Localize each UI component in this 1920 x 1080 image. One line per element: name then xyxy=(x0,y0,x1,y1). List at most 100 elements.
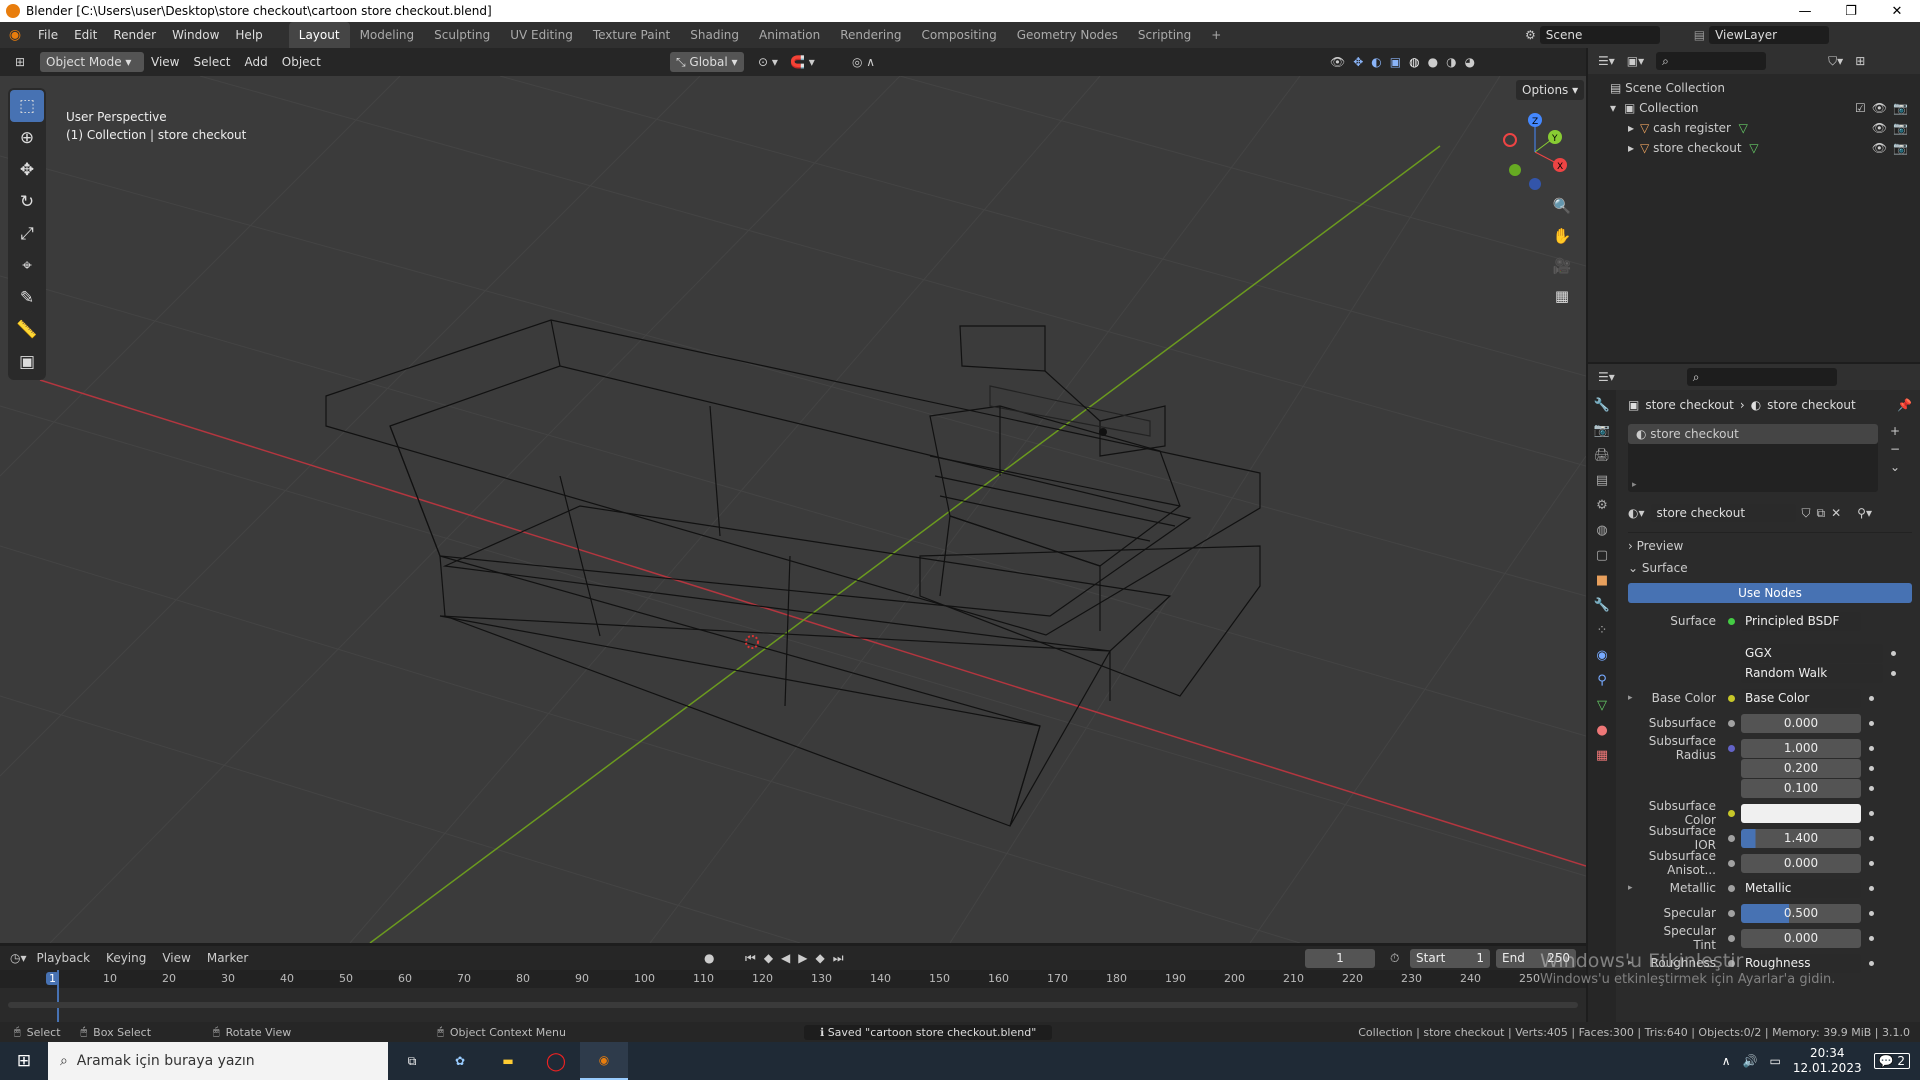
play-reverse-icon[interactable]: ◀ xyxy=(781,951,790,966)
pan-hand-icon[interactable]: ✋ xyxy=(1548,222,1576,250)
close-button[interactable]: ✕ xyxy=(1874,0,1920,22)
material-name-field[interactable]: store checkout xyxy=(1650,504,1796,522)
jump-end-icon[interactable]: ⏭ xyxy=(833,951,844,966)
input-socket-icon[interactable] xyxy=(1728,934,1735,942)
input-socket-icon[interactable] xyxy=(1728,909,1735,917)
input-socket-icon[interactable] xyxy=(1728,719,1735,727)
annotate-tool-icon[interactable]: ✎ xyxy=(10,282,44,314)
select-box-tool-icon[interactable]: ⬚ xyxy=(10,90,44,122)
solid-shading-icon[interactable]: ● xyxy=(1428,55,1438,69)
transform-tool-icon[interactable]: ⌖ xyxy=(10,250,44,282)
menu-timeline-view[interactable]: View xyxy=(156,951,196,965)
scene-icon[interactable]: ⚙ xyxy=(1525,28,1536,42)
menu-file[interactable]: File xyxy=(30,22,66,48)
visibility-eye-icon[interactable]: 👁 xyxy=(1872,98,1887,118)
navigation-gizmo[interactable]: X Y Z xyxy=(1500,112,1570,192)
rotate-tool-icon[interactable]: ↻ xyxy=(10,186,44,218)
task-view-icon[interactable]: ⧉ xyxy=(388,1054,436,1069)
visibility-eye-icon[interactable]: 👁 xyxy=(1872,118,1887,138)
opera-browser-icon[interactable]: ◯ xyxy=(532,1051,580,1072)
input-socket-icon[interactable] xyxy=(1728,884,1735,892)
data-tab-icon[interactable]: ▽ xyxy=(1597,698,1607,713)
snap-icon[interactable]: 🧲 ▾ xyxy=(790,55,815,69)
keyframe-dot-icon[interactable] xyxy=(1869,835,1874,841)
surface-panel-header[interactable]: ⌄ Surface xyxy=(1628,561,1912,575)
neg-x-axis-icon[interactable] xyxy=(1503,133,1517,147)
minimize-button[interactable]: — xyxy=(1782,0,1828,22)
add-workspace-button[interactable]: + xyxy=(1201,22,1231,48)
material-shading-icon[interactable]: ◑ xyxy=(1446,55,1456,69)
tab-animation[interactable]: Animation xyxy=(749,22,830,48)
material-tab-icon[interactable]: ● xyxy=(1596,723,1607,738)
properties-editor-icon[interactable]: ☰▾ xyxy=(1598,370,1615,384)
output-tab-icon[interactable]: 🖨 xyxy=(1594,448,1611,463)
input-socket-icon[interactable] xyxy=(1728,834,1735,842)
volume-icon[interactable]: 🔊 xyxy=(1743,1054,1758,1068)
properties-search-input[interactable]: ⌕ xyxy=(1686,368,1837,386)
physics-tab-icon[interactable]: ◉ xyxy=(1596,648,1607,663)
subsurface-color-swatch[interactable] xyxy=(1741,803,1861,823)
tab-compositing[interactable]: Compositing xyxy=(911,22,1006,48)
new-collection-icon[interactable]: ⊞ xyxy=(1855,54,1865,68)
file-explorer-icon[interactable]: ▬ xyxy=(484,1054,532,1068)
bsdf-input-value[interactable]: 0.000 xyxy=(1741,713,1861,733)
filter-icon[interactable]: ⛉▾ xyxy=(1828,54,1843,69)
windows-start-icon[interactable]: ⊞ xyxy=(0,1051,48,1071)
keyframe-dot-icon[interactable] xyxy=(1869,935,1874,941)
rendered-shading-icon[interactable]: ◕ xyxy=(1465,55,1475,69)
keyframe-dot-icon[interactable] xyxy=(1869,695,1874,701)
timeline-editor-icon[interactable]: ◷▾ xyxy=(10,951,27,965)
view-layer-icon[interactable]: ▤ xyxy=(1694,28,1705,42)
texture-tab-icon[interactable]: ▦ xyxy=(1596,748,1608,763)
slot-menu-icon[interactable]: ⌄ xyxy=(1890,460,1900,474)
view-layer-field[interactable]: ViewLayer xyxy=(1709,26,1830,44)
bsdf-input-value[interactable]: 0.000 xyxy=(1741,928,1861,948)
render-tab-icon[interactable]: 📷 xyxy=(1594,423,1610,438)
tab-uv-editing[interactable]: UV Editing xyxy=(500,22,583,48)
tab-sculpting[interactable]: Sculpting xyxy=(424,22,500,48)
expand-arrow-icon[interactable]: ▸ xyxy=(1632,480,1637,490)
play-icon[interactable]: ▶ xyxy=(798,951,807,966)
display-mode-icon[interactable]: ▣▾ xyxy=(1627,54,1644,68)
view-layer-tab-icon[interactable]: ▤ xyxy=(1596,473,1608,488)
bsdf-input-value[interactable]: 0.200 xyxy=(1741,758,1861,778)
cash-register-wireframe[interactable] xyxy=(919,325,1261,697)
camera-view-icon[interactable]: 🎥 xyxy=(1548,252,1576,280)
menu-window[interactable]: Window xyxy=(164,22,227,48)
add-slot-icon[interactable]: + xyxy=(1890,424,1900,438)
tab-rendering[interactable]: Rendering xyxy=(830,22,911,48)
blender-taskbar-icon[interactable]: ◉ xyxy=(580,1042,628,1080)
transform-orientation-dropdown[interactable]: ⤡ Global ▾ xyxy=(670,52,744,72)
bsdf-input-value[interactable]: 1.000 xyxy=(1741,738,1861,758)
taskbar-search-box[interactable]: ⌕ Aramak için buraya yazın xyxy=(48,1042,388,1080)
bsdf-input-value[interactable]: 0.000 xyxy=(1741,853,1861,873)
options-dropdown[interactable]: Options ▾ xyxy=(1516,80,1585,100)
scene-field[interactable]: Scene xyxy=(1539,26,1660,44)
menu-help[interactable]: Help xyxy=(227,22,270,48)
browse-material-icon[interactable]: ◐▾ xyxy=(1628,506,1645,520)
bsdf-input-value[interactable]: Base Color xyxy=(1741,688,1861,708)
clock[interactable]: 20:34 12.01.2023 xyxy=(1793,1046,1862,1076)
menu-keying[interactable]: Keying xyxy=(100,951,152,965)
playhead[interactable] xyxy=(57,970,59,1022)
pin-icon[interactable]: 📌 xyxy=(1897,398,1912,412)
use-nodes-button[interactable]: Use Nodes xyxy=(1628,583,1912,603)
xray-icon[interactable]: ▣ xyxy=(1390,55,1401,69)
jump-start-icon[interactable]: ⏮ xyxy=(745,951,756,966)
app-icon[interactable]: ✿ xyxy=(436,1054,484,1068)
keyframe-dot-icon[interactable] xyxy=(1869,765,1874,771)
store-checkout-wireframe[interactable] xyxy=(325,319,1261,827)
tab-geometry-nodes[interactable]: Geometry Nodes xyxy=(1007,22,1128,48)
input-socket-icon[interactable] xyxy=(1728,809,1735,817)
cursor-tool-icon[interactable]: ⊕ xyxy=(10,122,44,154)
menu-marker[interactable]: Marker xyxy=(201,951,254,965)
exclude-checkbox-icon[interactable]: ☑ xyxy=(1855,98,1866,118)
gizmo-toggle-icon[interactable]: ✥ xyxy=(1353,55,1363,69)
object-mode-dropdown[interactable]: Object Mode ▾ xyxy=(40,52,144,72)
tray-arrow-icon[interactable]: ∧ xyxy=(1722,1054,1731,1068)
tab-modeling[interactable]: Modeling xyxy=(350,22,425,48)
keyframe-dot-icon[interactable] xyxy=(1869,720,1874,726)
menu-add[interactable]: Add xyxy=(238,55,275,69)
wireframe-shading-icon[interactable]: ◍ xyxy=(1409,55,1419,69)
outliner-item-store-checkout[interactable]: ▸ ▽ store checkout ▽ 👁 📷 xyxy=(1610,138,1920,158)
